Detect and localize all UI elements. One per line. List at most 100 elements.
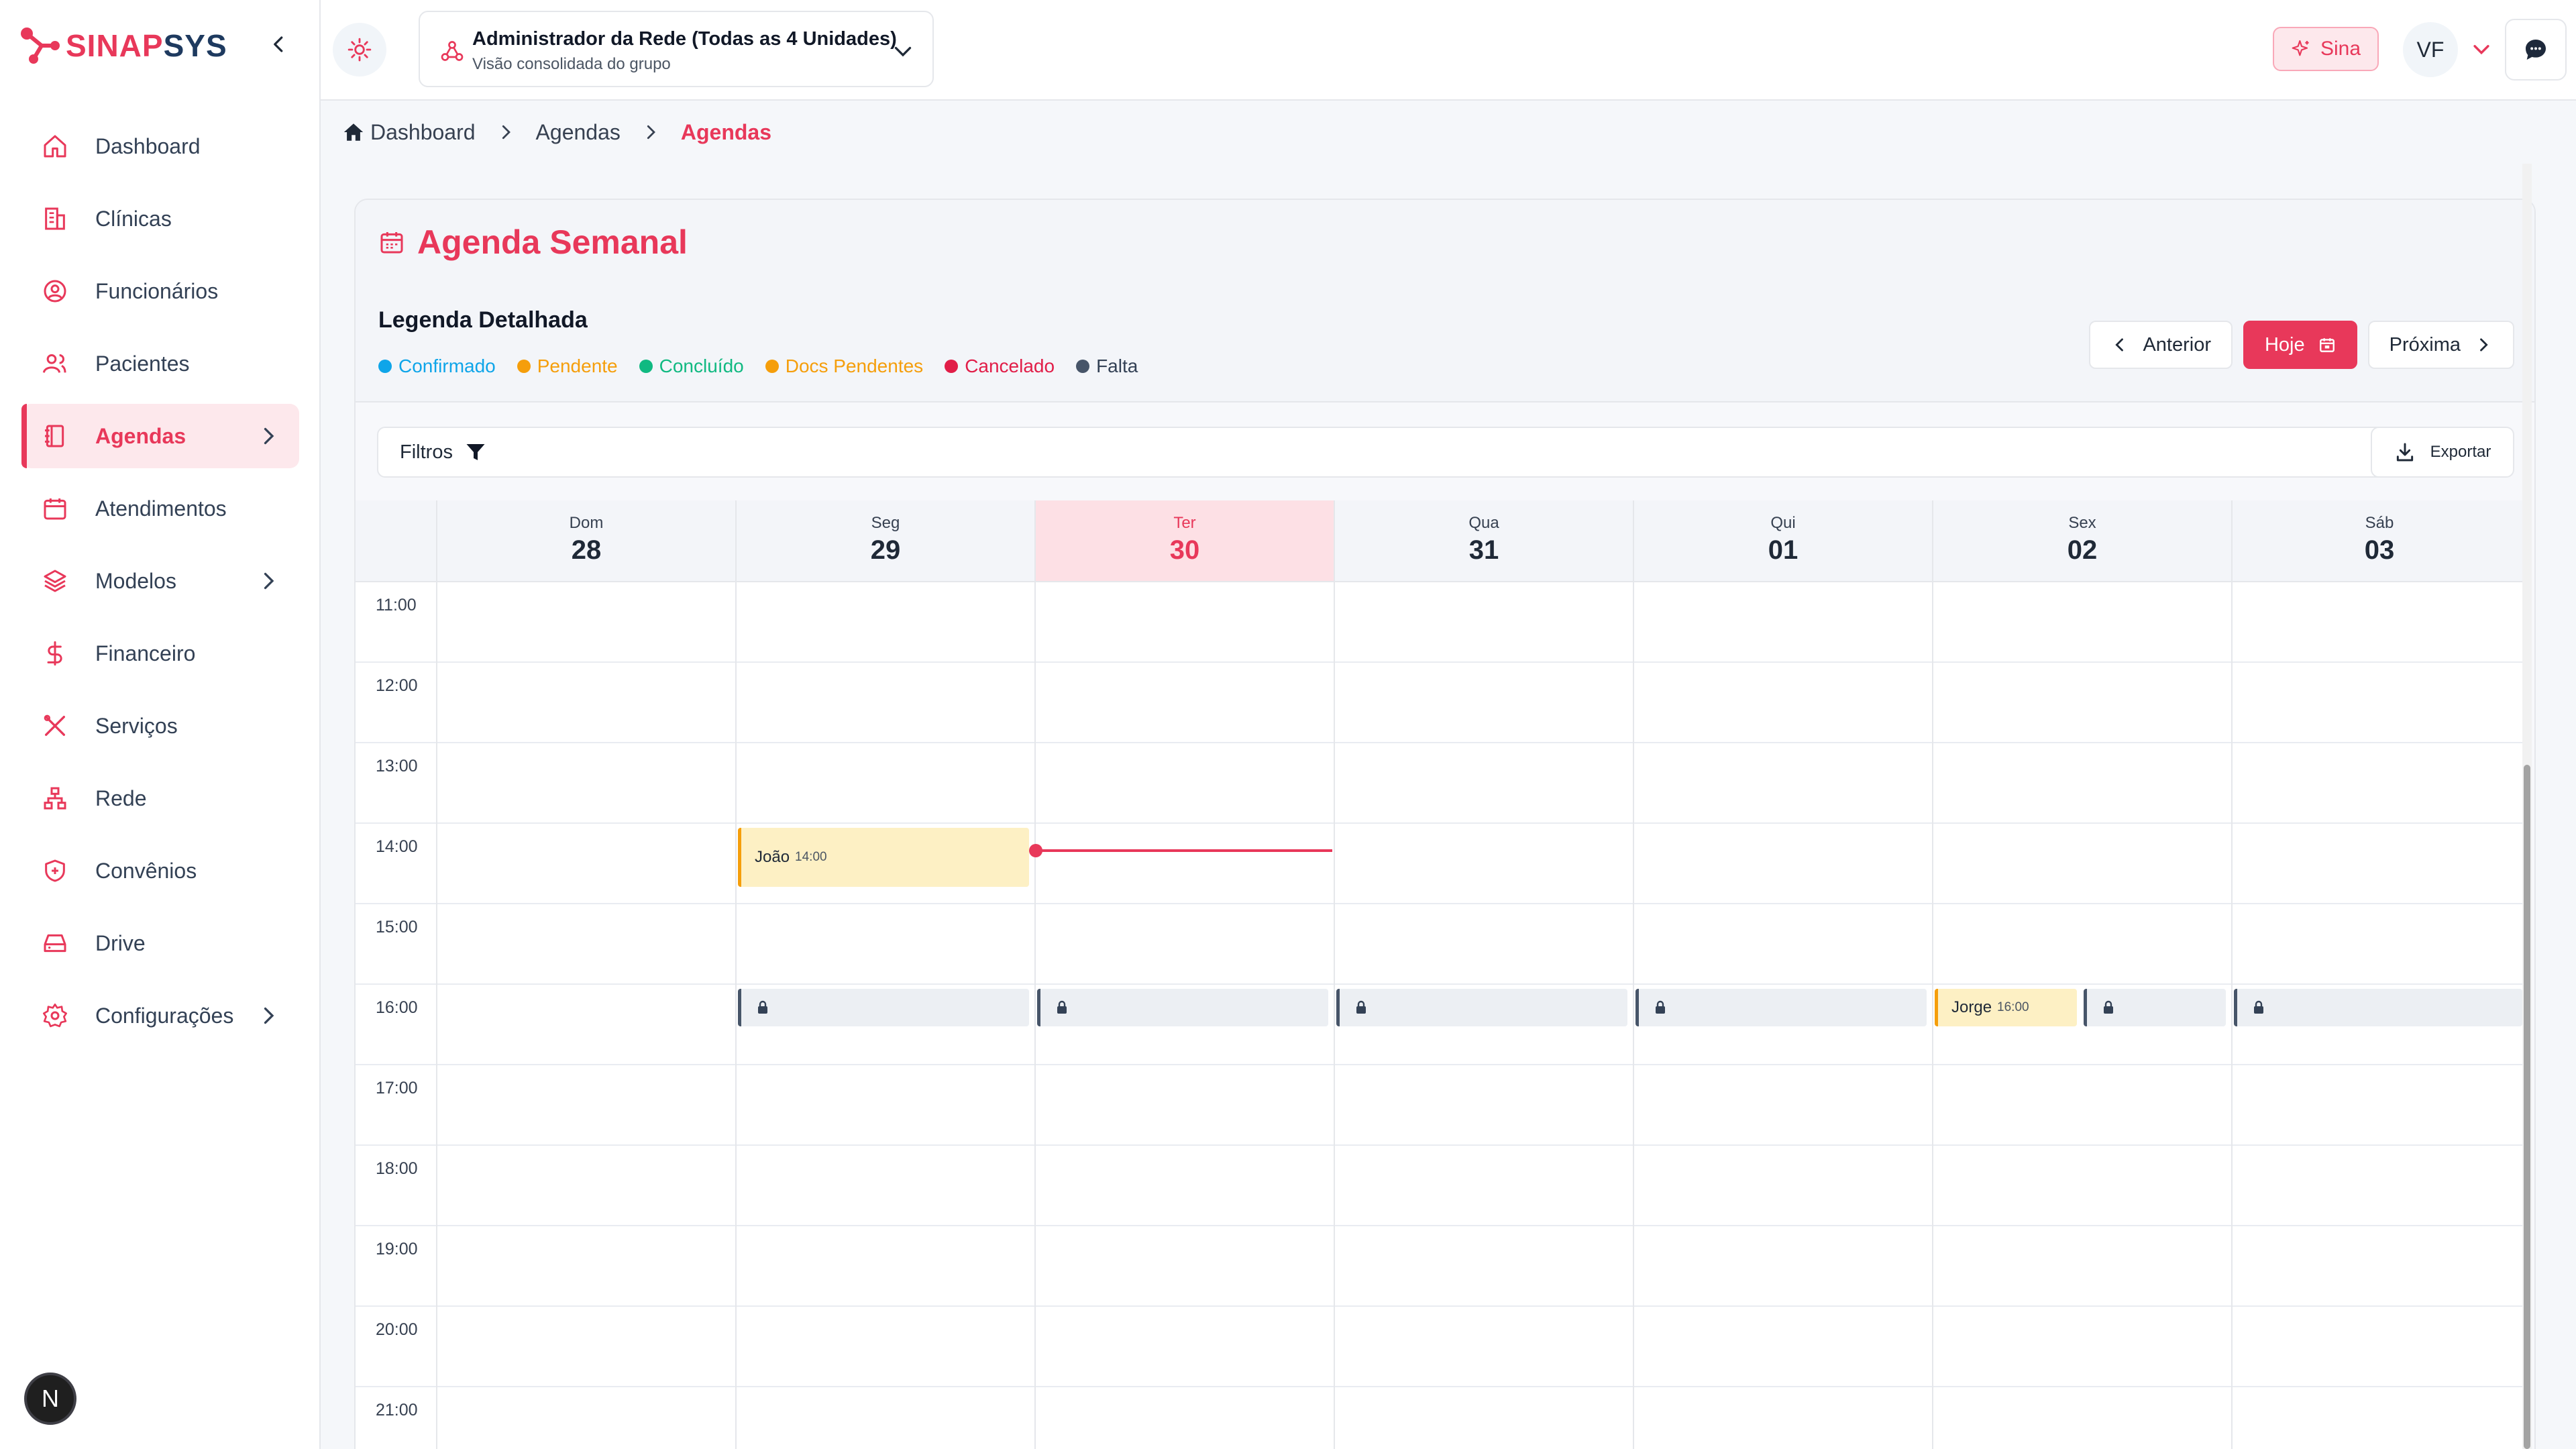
day-date: 02 xyxy=(2067,535,2098,565)
column-divider xyxy=(735,582,737,1449)
day-header-dom[interactable]: Dom 28 xyxy=(437,500,737,582)
chat-button[interactable] xyxy=(2505,19,2567,80)
user-avatar[interactable]: VF xyxy=(2403,22,2458,77)
day-date: 30 xyxy=(1169,535,1200,565)
legend-label: Pendente xyxy=(537,356,618,376)
blocked-slot[interactable] xyxy=(738,989,1029,1026)
sidebar-item-modelos[interactable]: Modelos xyxy=(21,549,299,613)
brand-logo[interactable]: SINAPSYS xyxy=(19,25,301,66)
sidebar-item-label: Clínicas xyxy=(95,206,172,231)
blocked-slot[interactable] xyxy=(2234,989,2522,1026)
column-divider xyxy=(1334,582,1335,1449)
blocked-slot[interactable] xyxy=(1336,989,1627,1026)
day-date: 03 xyxy=(2364,535,2395,565)
today-button[interactable]: Hoje xyxy=(2243,321,2357,369)
topbar: Administrador da Rede (Todas as 4 Unidad… xyxy=(321,0,2576,101)
chevron-down-icon[interactable] xyxy=(2470,38,2493,60)
users-icon xyxy=(40,349,70,378)
breadcrumb-home-link[interactable]: Dashboard xyxy=(342,120,476,145)
sidebar-item-clinicas[interactable]: Clínicas xyxy=(21,186,299,251)
breadcrumb-current: Agendas xyxy=(680,119,772,144)
agenda-header: Agenda Semanal Legenda Detalhada Confirm… xyxy=(356,200,2534,402)
filters-toggle[interactable]: Filtros xyxy=(377,427,2500,478)
hour-row: 17:00 xyxy=(356,1065,2526,1146)
column-divider xyxy=(1932,582,1933,1449)
collapse-sidebar-button[interactable] xyxy=(266,31,292,58)
appointment-joao[interactable]: João 14:00 xyxy=(738,828,1029,887)
sidebar-item-label: Pacientes xyxy=(95,351,190,376)
status-dot xyxy=(517,360,531,373)
chevron-right-icon xyxy=(264,1007,274,1024)
theme-toggle-button[interactable] xyxy=(333,23,386,76)
page-scrollbar-thumb[interactable] xyxy=(2524,765,2530,1449)
day-header-sab[interactable]: Sáb 03 xyxy=(2233,500,2526,582)
sidebar-item-servicos[interactable]: Serviços xyxy=(21,694,299,758)
blocked-slot[interactable] xyxy=(2084,989,2226,1026)
sidebar-item-agendas[interactable]: Agendas xyxy=(21,404,299,468)
blocked-slot[interactable] xyxy=(1635,989,1927,1026)
dev-tools-badge[interactable]: N xyxy=(24,1373,76,1425)
previous-week-button[interactable]: Anterior xyxy=(2089,321,2233,369)
sidebar-item-funcionarios[interactable]: Funcionários xyxy=(21,259,299,323)
day-name: Dom xyxy=(569,514,604,532)
sidebar-item-drive[interactable]: Drive xyxy=(21,911,299,975)
export-button[interactable]: Exportar xyxy=(2371,427,2514,478)
status-legend: Confirmado Pendente Concluído Docs Pende… xyxy=(378,356,1138,377)
hour-row: 12:00 xyxy=(356,663,2526,743)
lock-icon xyxy=(2254,1000,2263,1014)
hour-label: 13:00 xyxy=(376,757,418,775)
sidebar-item-label: Financeiro xyxy=(95,641,196,665)
hour-label: 17:00 xyxy=(376,1079,418,1097)
legend-label: Cancelado xyxy=(965,356,1055,376)
shield-icon xyxy=(40,856,70,885)
column-divider xyxy=(436,582,437,1449)
hour-label: 20:00 xyxy=(376,1320,418,1339)
lock-icon xyxy=(1057,1000,1067,1014)
legend-item-cancelado: Cancelado xyxy=(945,356,1055,377)
day-header-sex[interactable]: Sex 02 xyxy=(1933,500,2233,582)
sidebar-item-rede[interactable]: Rede xyxy=(21,766,299,830)
sina-label: Sina xyxy=(2320,38,2361,60)
day-name: Sáb xyxy=(2365,514,2394,532)
breadcrumb-agendas-link[interactable]: Agendas xyxy=(536,120,621,145)
day-header-qua[interactable]: Qua 31 xyxy=(1335,500,1634,582)
sidebar: SINAPSYS Dashboard Clínicas Funcionários… xyxy=(0,0,321,1449)
network-icon xyxy=(40,784,70,813)
sidebar-item-pacientes[interactable]: Pacientes xyxy=(21,331,299,396)
sidebar-item-atendimentos[interactable]: Atendimentos xyxy=(21,476,299,541)
sidebar-item-label: Rede xyxy=(95,786,147,810)
blocked-slot[interactable] xyxy=(1037,989,1328,1026)
appointment-jorge[interactable]: Jorge 16:00 xyxy=(1935,989,2077,1026)
sidebar-item-convenios[interactable]: Convênios xyxy=(21,839,299,903)
gear-icon xyxy=(40,1001,70,1030)
hour-row: 21:00 xyxy=(356,1387,2526,1449)
sina-assistant-button[interactable]: Sina xyxy=(2273,27,2379,71)
day-header-ter[interactable]: Ter 30 xyxy=(1036,500,1335,582)
chat-bubble-icon xyxy=(2526,40,2546,60)
lock-icon xyxy=(1356,1000,1366,1014)
brand-name: SINAPSYS xyxy=(66,28,227,63)
legend-title: Legenda Detalhada xyxy=(378,307,588,333)
next-week-button[interactable]: Próxima xyxy=(2367,321,2514,369)
logo-icon xyxy=(21,28,60,64)
sidebar-item-label: Convênios xyxy=(95,858,197,883)
time-grid: 11:00 12:00 13:00 14:00 15:00 16:00 17:0… xyxy=(356,582,2526,1449)
sidebar-item-label: Drive xyxy=(95,930,146,955)
calendar-icon xyxy=(40,494,70,523)
sidebar-item-financeiro[interactable]: Financeiro xyxy=(21,621,299,686)
chevron-left-icon xyxy=(2115,338,2124,352)
unit-selector[interactable]: Administrador da Rede (Todas as 4 Unidad… xyxy=(419,11,934,87)
lock-icon xyxy=(2104,1000,2113,1014)
sidebar-item-configuracoes[interactable]: Configurações xyxy=(21,983,299,1048)
layers-icon xyxy=(40,566,70,596)
day-name: Seg xyxy=(871,514,900,532)
lock-icon xyxy=(1656,1000,1665,1014)
chevron-right-icon xyxy=(647,125,655,140)
hour-row: 18:00 xyxy=(356,1146,2526,1226)
day-header-seg[interactable]: Seg 29 xyxy=(737,500,1036,582)
day-header-qui[interactable]: Qui 01 xyxy=(1634,500,1933,582)
column-divider xyxy=(1633,582,1634,1449)
sidebar-item-dashboard[interactable]: Dashboard xyxy=(21,114,299,178)
lock-icon xyxy=(758,1000,767,1014)
day-name: Qua xyxy=(1468,514,1499,532)
